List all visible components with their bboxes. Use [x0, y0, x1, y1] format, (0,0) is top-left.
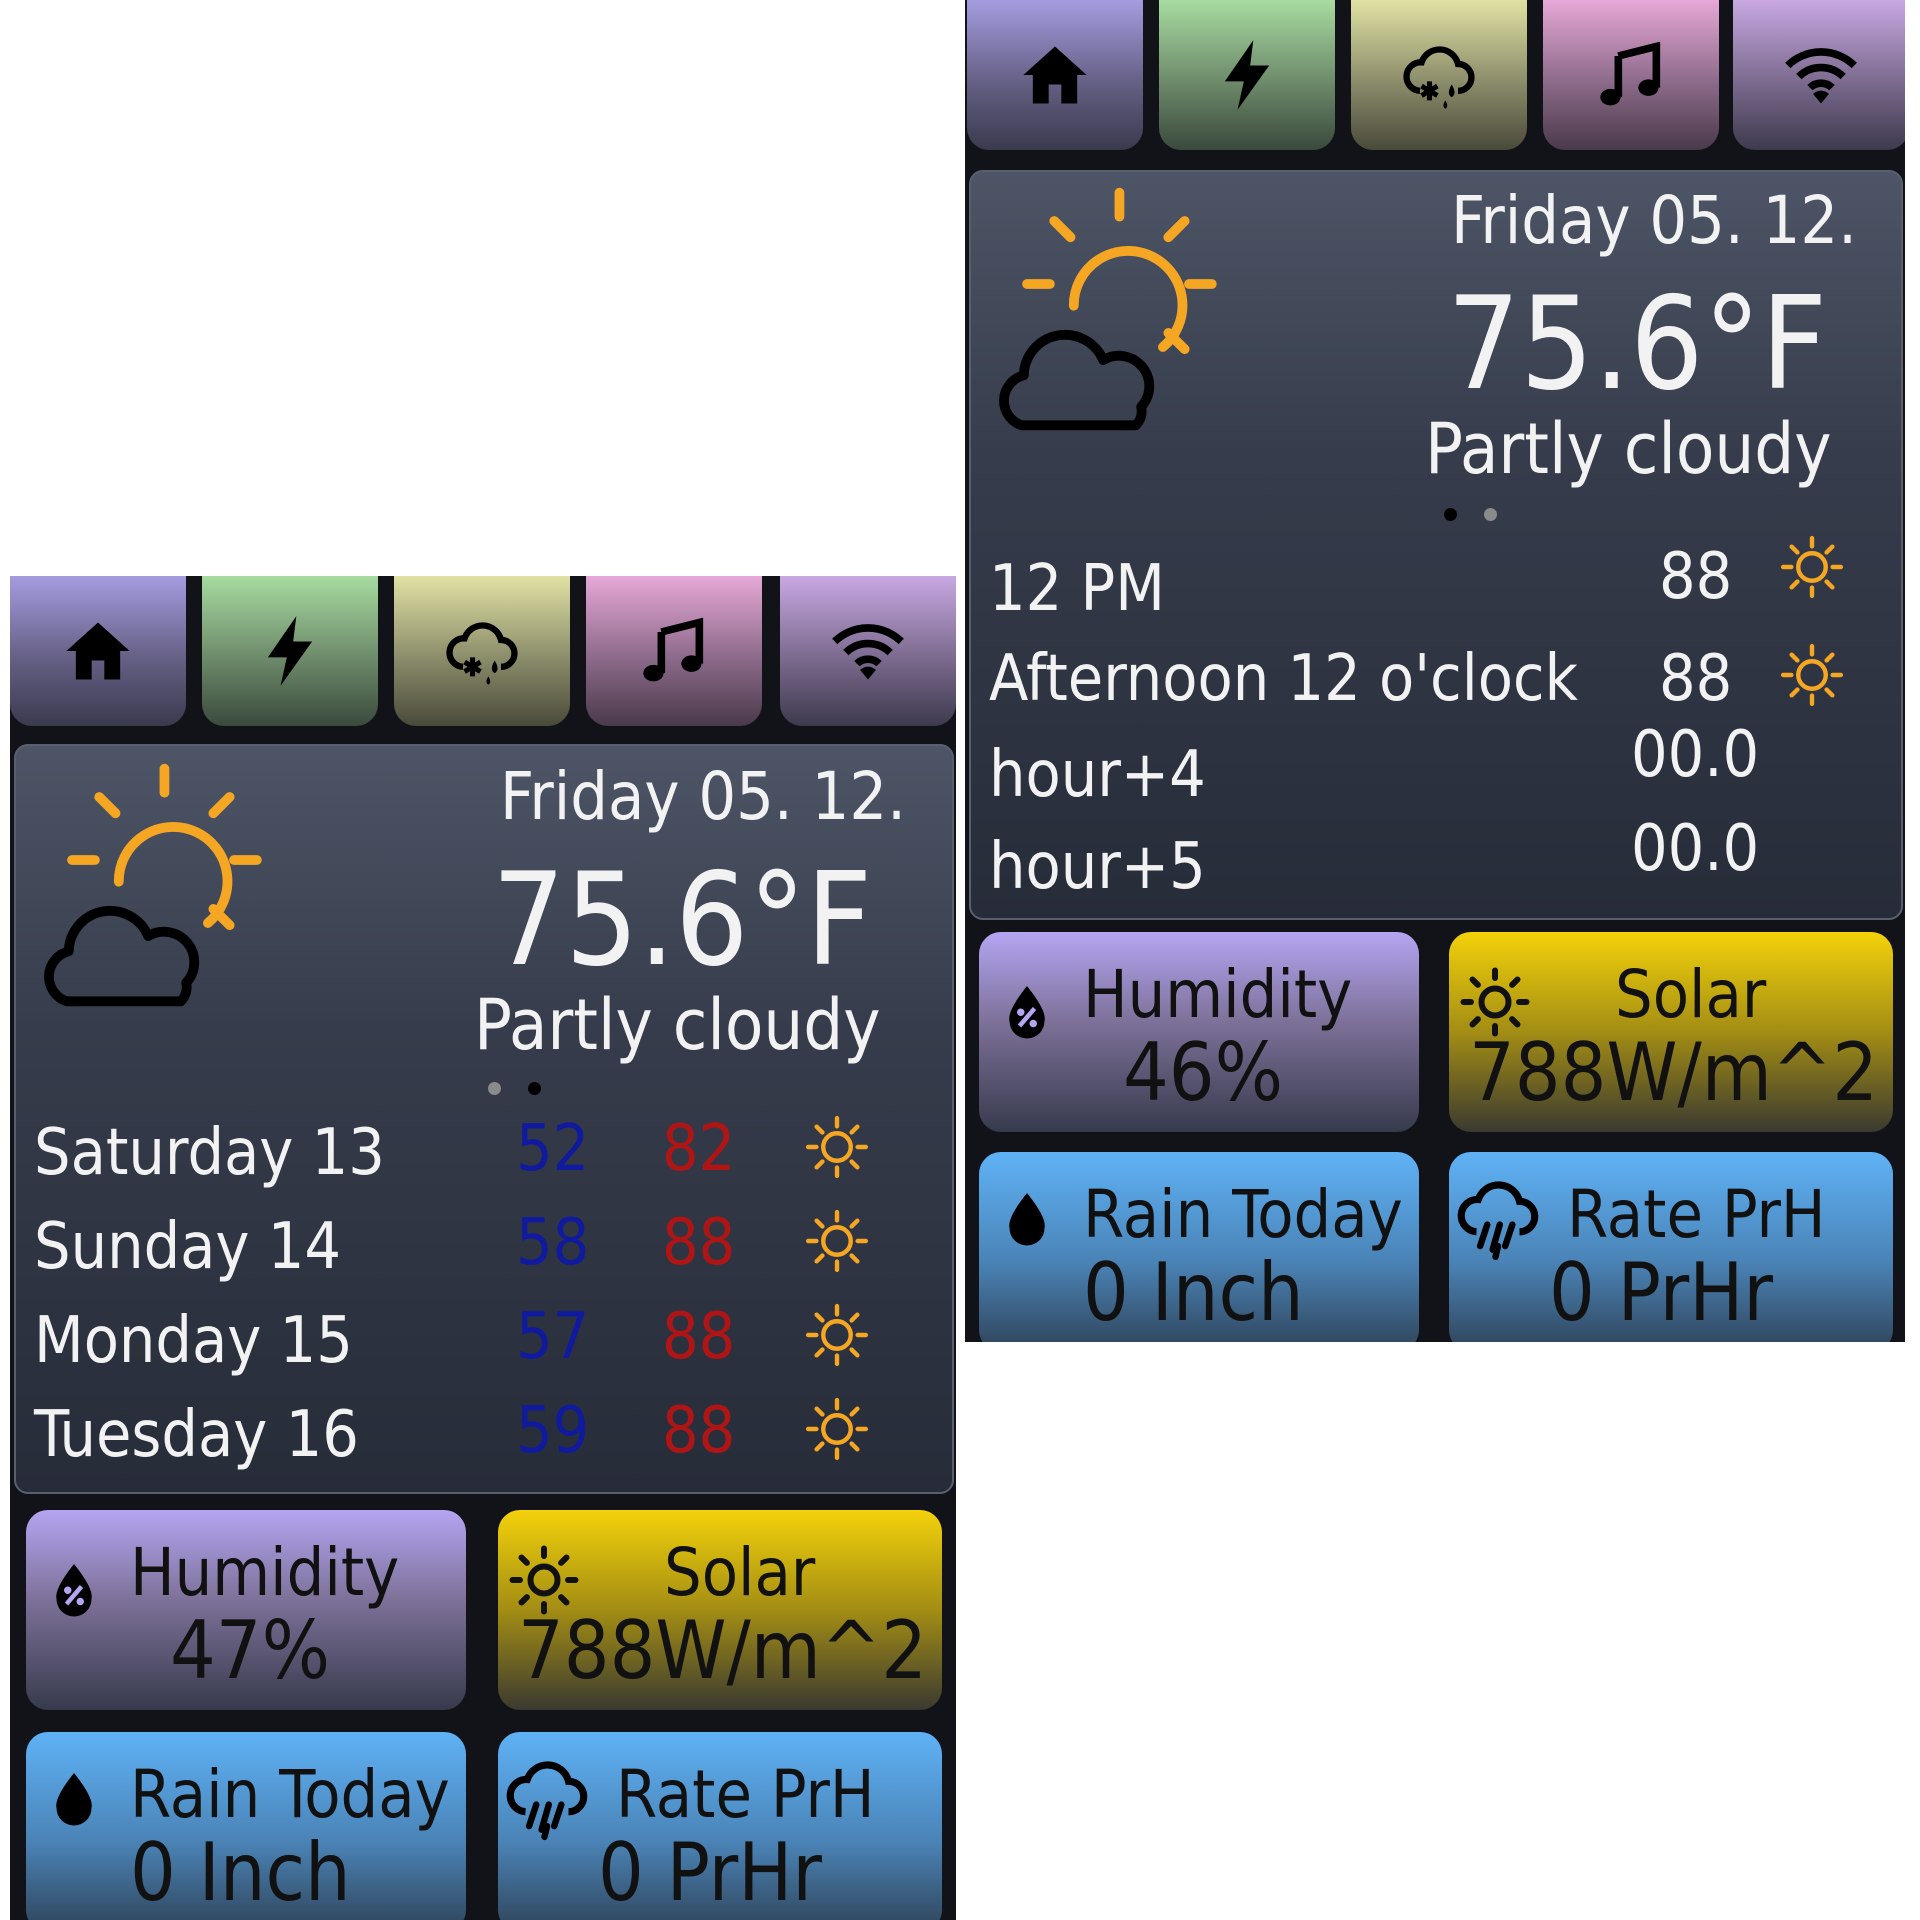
sun-icon — [804, 1302, 870, 1368]
solar-value: 788W/m^2 — [1469, 1026, 1878, 1119]
hourly-value: 88 — [1659, 642, 1733, 716]
weather-screen-forecast: Friday 05. 12. 75.6°F Partly cloudy Satu… — [10, 576, 956, 1920]
page-dot-1[interactable] — [1444, 508, 1457, 521]
current-condition: Partly cloudy — [1425, 408, 1832, 490]
rain-cloud-icon — [504, 1758, 590, 1844]
hourly-value: 00.0 — [1631, 812, 1760, 886]
sun-icon — [1779, 642, 1845, 708]
rain-today-label: Rain Today — [130, 1756, 450, 1833]
forecast-high: 88 — [662, 1394, 736, 1468]
wifi-icon — [830, 613, 906, 689]
current-temperature: 75.6°F — [492, 846, 873, 995]
humidity-tile[interactable]: Humidity 46% — [979, 932, 1419, 1132]
top-nav-bar — [10, 576, 956, 726]
weather-card[interactable]: Friday 05. 12. 75.6°F Partly cloudy Satu… — [14, 744, 954, 1494]
top-nav-bar — [965, 0, 1905, 150]
tab-wifi[interactable] — [780, 576, 956, 726]
page-dot-2[interactable] — [1484, 508, 1497, 521]
forecast-low: 57 — [516, 1300, 590, 1374]
rain-today-value: 0 Inch — [1083, 1246, 1304, 1339]
tab-home[interactable] — [967, 0, 1143, 150]
home-icon — [1023, 46, 1087, 104]
partly-cloudy-icon — [34, 760, 284, 1010]
current-date: Friday 05. 12. — [1451, 182, 1857, 259]
weather-card[interactable]: Friday 05. 12. 75.6°F Partly cloudy 12 P… — [969, 170, 1903, 920]
humidity-icon — [44, 1554, 104, 1624]
tab-weather[interactable] — [1351, 0, 1527, 150]
page-dot-1[interactable] — [488, 1082, 501, 1095]
humidity-label: Humidity — [1083, 956, 1353, 1033]
tab-music[interactable] — [586, 576, 762, 726]
home-icon — [66, 622, 130, 680]
tab-wifi[interactable] — [1733, 0, 1905, 150]
tab-power[interactable] — [202, 576, 378, 726]
rain-today-tile[interactable]: Rain Today 0 Inch — [979, 1152, 1419, 1342]
lightning-icon — [267, 616, 313, 686]
tab-power[interactable] — [1159, 0, 1335, 150]
current-condition: Partly cloudy — [474, 984, 881, 1066]
forecast-day: Sunday 14 — [34, 1210, 341, 1284]
humidity-label: Humidity — [130, 1534, 400, 1611]
hourly-time: hour+5 — [989, 830, 1206, 904]
forecast-low: 59 — [516, 1394, 590, 1468]
hourly-time: 12 PM — [989, 552, 1165, 626]
solar-tile[interactable]: Solar 788W/m^2 — [1449, 932, 1893, 1132]
rain-today-value: 0 Inch — [130, 1826, 351, 1919]
rain-rate-tile[interactable]: Rate PrH 0 PrHr — [498, 1732, 942, 1920]
rain-rate-value: 0 PrHr — [598, 1826, 822, 1919]
page-dot-2[interactable] — [528, 1082, 541, 1095]
solar-value: 788W/m^2 — [518, 1604, 927, 1697]
hourly-value: 88 — [1659, 540, 1733, 614]
current-temperature: 75.6°F — [1447, 270, 1828, 419]
lightning-icon — [1224, 40, 1270, 110]
forecast-low: 58 — [516, 1206, 590, 1280]
forecast-low: 52 — [516, 1112, 590, 1186]
sun-icon — [804, 1114, 870, 1180]
solar-label: Solar — [664, 1534, 816, 1611]
forecast-day: Tuesday 16 — [34, 1398, 359, 1472]
music-note-icon — [636, 613, 712, 689]
forecast-high: 88 — [662, 1300, 736, 1374]
hourly-time: hour+4 — [989, 738, 1206, 812]
rain-rate-tile[interactable]: Rate PrH 0 PrHr — [1449, 1152, 1893, 1342]
sun-icon — [1779, 534, 1845, 600]
hourly-value: 00.0 — [1631, 718, 1760, 792]
forecast-day: Saturday 13 — [34, 1116, 385, 1190]
rain-cloud-icon — [1455, 1178, 1541, 1264]
rain-today-label: Rain Today — [1083, 1176, 1403, 1253]
forecast-high: 88 — [662, 1206, 736, 1280]
forecast-high: 82 — [662, 1112, 736, 1186]
humidity-tile[interactable]: Humidity 47% — [26, 1510, 466, 1710]
tab-weather[interactable] — [394, 576, 570, 726]
sun-icon — [804, 1208, 870, 1274]
humidity-value: 46% — [1123, 1026, 1283, 1119]
tab-home[interactable] — [10, 576, 186, 726]
snow-rain-cloud-icon — [1401, 37, 1477, 113]
wifi-icon — [1783, 37, 1859, 113]
solar-tile[interactable]: Solar 788W/m^2 — [498, 1510, 942, 1710]
music-note-icon — [1593, 37, 1669, 113]
sun-icon — [804, 1396, 870, 1462]
rain-rate-label: Rate PrH — [1567, 1176, 1826, 1253]
rain-rate-value: 0 PrHr — [1549, 1246, 1773, 1339]
rain-today-tile[interactable]: Rain Today 0 Inch — [26, 1732, 466, 1920]
raindrop-icon — [1009, 1193, 1045, 1246]
hourly-time: Afternoon 12 o'clock — [989, 642, 1578, 716]
humidity-value: 47% — [170, 1604, 330, 1697]
raindrop-icon — [56, 1773, 92, 1826]
rain-rate-label: Rate PrH — [616, 1756, 875, 1833]
snow-rain-cloud-icon — [444, 613, 520, 689]
weather-screen-hourly: Friday 05. 12. 75.6°F Partly cloudy 12 P… — [965, 0, 1905, 1342]
tab-music[interactable] — [1543, 0, 1719, 150]
forecast-day: Monday 15 — [34, 1304, 353, 1378]
partly-cloudy-icon — [989, 184, 1239, 434]
solar-label: Solar — [1615, 956, 1767, 1033]
current-date: Friday 05. 12. — [500, 758, 906, 835]
humidity-icon — [997, 976, 1057, 1046]
